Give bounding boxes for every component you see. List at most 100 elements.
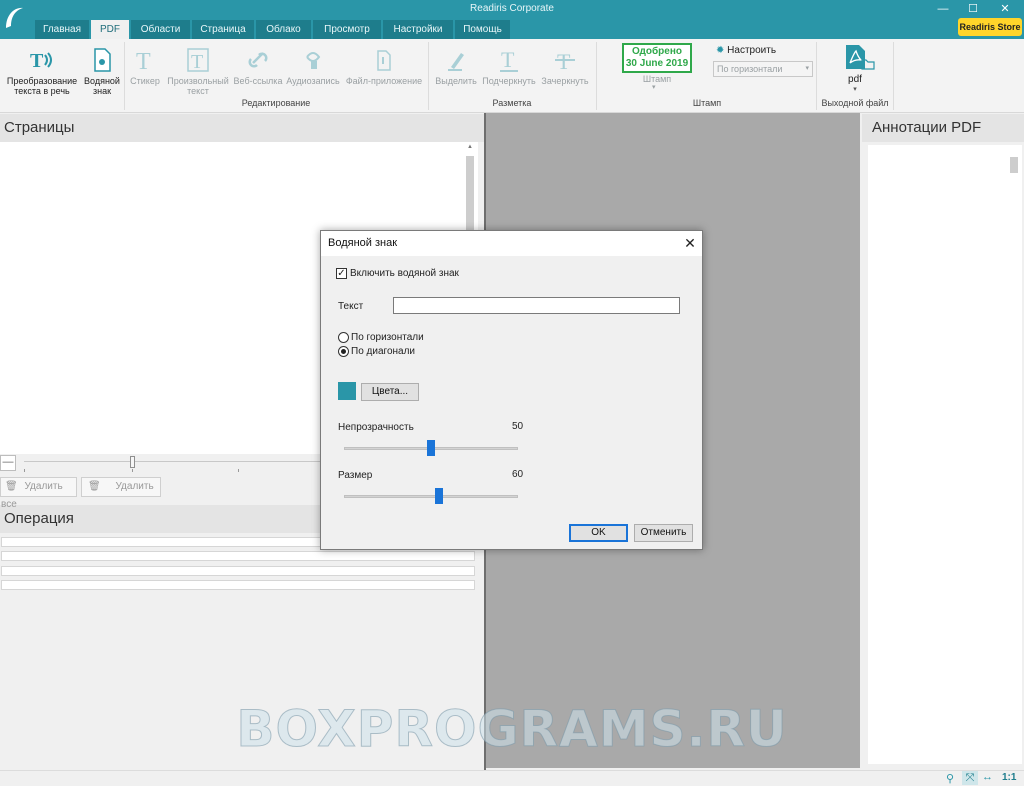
color-swatch[interactable] [338,382,356,400]
opacity-label: Непрозрачность [338,422,414,433]
configure-button[interactable]: ✹ Настроить [716,45,776,56]
output-format-label: pdf [848,74,862,85]
thumbnail-size-slider-thumb[interactable] [130,456,135,468]
horizontal-radio-label: По горизонтали [351,332,424,343]
pdf-annotations-title: Аннотации PDF [862,114,1024,142]
folder-icon[interactable] [861,58,875,70]
pdf-annotations-list[interactable] [868,145,1022,764]
operation-row [1,580,475,590]
svg-text:T: T [30,50,44,72]
zoom-level[interactable]: 1:1 [1002,772,1016,783]
ribbon-separator [893,42,894,110]
ribbon-tab-bar: Главная PDF Области Страница Облако Прос… [0,18,1024,39]
size-slider-thumb[interactable] [435,488,443,504]
close-window-button[interactable]: ✕ [992,0,1018,18]
file-attachment-label: Файл-приложение [345,76,423,86]
free-text-label: Произвольный текст [167,76,229,96]
title-bar: Readiris Corporate — ☐ ✕ [0,0,1024,18]
tab-view[interactable]: Просмотр [313,20,381,39]
site-watermark: BOXPROGRAMS.RU [236,700,788,759]
stamp-dropdown-arrow-icon[interactable]: ▾ [652,83,656,91]
underline-label: Подчеркнуть [482,76,536,86]
free-text-button[interactable]: T Произвольный текст [164,47,232,96]
orientation-select[interactable]: По горизонтали ▾ [713,61,813,77]
cancel-button[interactable]: Отменить [634,524,693,542]
group-stamp-label: Штамп [692,98,722,108]
watermark-label: Водяной знак [84,76,120,96]
text-to-speech-icon: T [30,50,52,72]
group-markup-label: Разметка [492,98,532,108]
minimize-button[interactable]: — [930,0,956,18]
configure-label: Настроить [727,45,777,56]
colors-button[interactable]: Цвета... [361,383,419,401]
delete-label: Удалить [115,481,154,492]
annotations-scrollbar[interactable] [1008,147,1020,762]
svg-text:T: T [191,51,203,73]
sticker-button[interactable]: T Стикер [126,47,164,86]
delete-button[interactable]: 🗑 Удалить [81,477,161,497]
search-icon[interactable]: ⚲ [946,772,954,785]
annotations-scrollbar-thumb[interactable] [1010,157,1018,173]
stamp-line2: 30 June 2019 [625,58,689,69]
trash-icon: 🗑 [5,481,18,492]
opacity-slider-thumb[interactable] [427,440,435,456]
readiris-store-button[interactable]: Readiris Store [958,18,1022,36]
size-label: Размер [338,470,373,481]
enable-watermark-checkbox[interactable]: ✓ [336,268,347,279]
highlight-button[interactable]: Выделить [432,47,480,86]
horizontal-radio[interactable] [338,332,349,343]
audio-label: Аудиозапись [286,76,340,86]
text-to-speech-button[interactable]: T Преобразование текста в речь [2,47,82,96]
highlight-label: Выделить [435,76,477,86]
tab-pdf[interactable]: PDF [91,20,129,39]
scroll-up-icon[interactable]: ▲ [467,144,473,150]
tab-areas[interactable]: Области [131,20,190,39]
zoom-out-button[interactable]: — [0,455,16,471]
ribbon-separator [124,42,125,110]
dialog-close-icon[interactable]: ✕ [679,231,701,256]
text-field-label: Текст [338,301,364,312]
diagonal-radio[interactable] [338,346,349,357]
web-link-button[interactable]: Веб-ссылка [232,47,284,86]
strikethrough-button[interactable]: T Зачеркнуть [538,47,592,86]
underline-button[interactable]: T Подчеркнуть [480,47,538,86]
web-link-label: Веб-ссылка [233,76,283,86]
operation-row [1,566,475,576]
stamp-preview[interactable]: Одобрено 30 June 2019 [622,43,692,73]
opacity-value: 50 [512,421,524,432]
tab-page[interactable]: Страница [192,20,254,39]
sticker-icon: T [136,49,151,73]
fit-width-icon[interactable]: ↔ [982,771,993,783]
group-editing-label: Редактирование [241,98,311,108]
pages-panel-title: Страницы [0,114,484,142]
text-to-speech-label: Преобразование текста в речь [6,76,78,96]
watermark-icon [94,48,111,72]
file-attachment-icon [377,50,391,71]
enable-watermark-label: Включить водяной знак [350,268,459,279]
tab-home[interactable]: Главная [35,20,89,39]
highlighter-icon [448,53,464,71]
size-slider-track[interactable] [344,495,518,498]
watermark-button[interactable]: Водяной знак [82,47,122,96]
dialog-title: Водяной знак [321,231,702,256]
tab-cloud[interactable]: Облако [256,20,311,39]
ok-button[interactable]: OK [569,524,628,542]
ribbon-separator [428,42,429,110]
ribbon-separator [816,42,817,110]
fit-page-icon[interactable]: ⤧ [962,771,978,785]
maximize-button[interactable]: ☐ [960,0,986,18]
output-dropdown-arrow-icon: ▾ [853,86,857,93]
strikethrough-icon: T [555,49,575,73]
underline-icon: T [500,47,518,72]
audio-button[interactable]: Аудиозапись [284,47,342,86]
stamp-label: Штамп [642,74,672,84]
tab-help[interactable]: Помощь [455,20,510,39]
delete-all-button[interactable]: 🗑 Удалить все [0,477,77,510]
status-bar: ⚲ ⤧ ↔ 1:1 [0,770,1024,786]
trash-icon: 🗑 [88,481,101,492]
tab-settings[interactable]: Настройки [383,20,453,39]
watermark-text-input[interactable] [393,297,680,314]
audio-icon [306,52,321,69]
file-attachment-button[interactable]: Файл-приложение [342,47,426,86]
svg-text:T: T [136,49,151,73]
